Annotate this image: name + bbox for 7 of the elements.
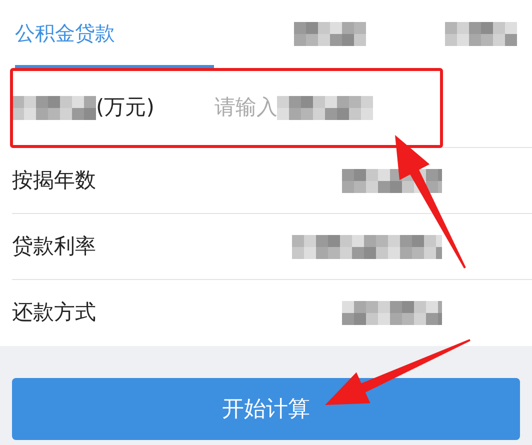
placeholder-text: 请输入	[214, 94, 278, 121]
field-label: 按揭年数	[12, 166, 96, 194]
pixelated-text-drawing	[445, 22, 517, 46]
field-label: 还款方式	[12, 299, 96, 326]
start-button[interactable]: 开始计算	[12, 378, 520, 440]
field-label: 贷款利率	[12, 232, 96, 260]
field-label: (万元)	[96, 94, 154, 121]
